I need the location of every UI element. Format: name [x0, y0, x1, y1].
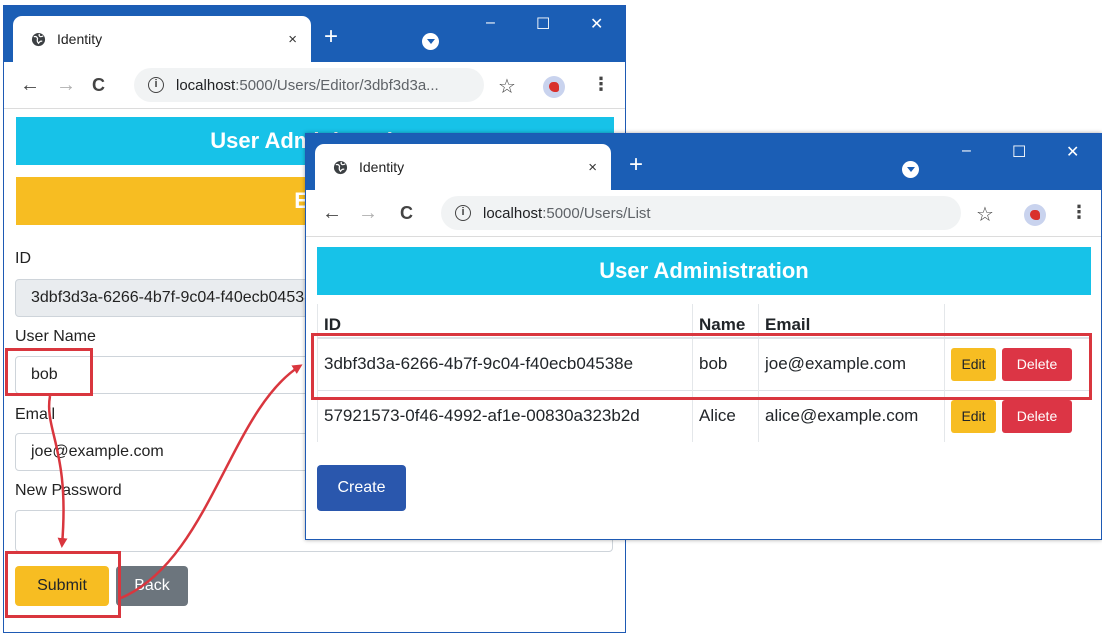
user-email-cell: joe@example.com: [758, 337, 945, 390]
submit-button[interactable]: Submit: [15, 566, 109, 606]
menu-icon[interactable]: ⋮: [592, 74, 610, 95]
back-button[interactable]: Back: [116, 566, 188, 606]
users-table: ID Name Email 3dbf3d3a-6266-4b7f-9c04-f4…: [317, 304, 1091, 442]
globe-icon: [31, 32, 46, 46]
column-header-actions: [944, 304, 1091, 339]
forward-arrow-icon[interactable]: →: [358, 202, 378, 225]
delete-button[interactable]: Delete: [1002, 399, 1072, 433]
minimize-icon[interactable]: –: [962, 142, 971, 160]
actions-cell: Edit Delete: [944, 337, 1091, 390]
title-bar: Identity × + – ☐ ✕: [306, 134, 1101, 190]
extension-icon[interactable]: [902, 161, 919, 178]
new-password-label: New Password: [15, 482, 122, 499]
user-name-cell: Alice: [692, 389, 759, 442]
browser-tab[interactable]: Identity ×: [13, 16, 311, 62]
profile-avatar[interactable]: [543, 76, 565, 98]
user-id-cell: 3dbf3d3a-6266-4b7f-9c04-f40ecb04538e: [317, 337, 693, 390]
reload-icon[interactable]: C: [92, 75, 105, 96]
table-row: 57921573-0f46-4992-af1e-00830a323b2d Ali…: [317, 389, 1091, 442]
tab-title: Identity: [57, 31, 103, 47]
extension-icon[interactable]: [422, 33, 439, 50]
minimize-icon[interactable]: –: [486, 14, 495, 32]
user-id-cell: 57921573-0f46-4992-af1e-00830a323b2d: [317, 389, 693, 442]
url-field[interactable]: i localhost:5000/Users/Editor/3dbf3d3a..…: [134, 68, 484, 102]
email-label: Email: [15, 406, 56, 423]
maximize-icon[interactable]: ☐: [536, 14, 550, 34]
back-arrow-icon[interactable]: ←: [20, 74, 40, 97]
new-tab-icon[interactable]: +: [324, 25, 338, 49]
tab-title: Identity: [359, 159, 405, 175]
column-header-name: Name: [692, 304, 759, 339]
page-banner: User Administration: [317, 247, 1091, 295]
create-button[interactable]: Create: [317, 465, 406, 511]
delete-button[interactable]: Delete: [1002, 347, 1072, 381]
url-path: :5000/Users/Editor/3dbf3d3a...: [235, 76, 439, 94]
info-icon[interactable]: i: [148, 77, 164, 93]
address-bar: ← → C i localhost:5000/Users/List ☆ ⋮: [306, 190, 1101, 237]
menu-icon[interactable]: ⋮: [1070, 202, 1088, 223]
url-field[interactable]: i localhost:5000/Users/List: [441, 196, 961, 230]
actions-cell: Edit Delete: [944, 389, 1091, 442]
reload-icon[interactable]: C: [400, 203, 413, 224]
address-bar: ← → C i localhost:5000/Users/Editor/3dbf…: [4, 62, 625, 109]
user-name-cell: bob: [692, 337, 759, 390]
user-email-cell: alice@example.com: [758, 389, 945, 442]
column-header-id: ID: [317, 304, 693, 339]
column-header-email: Email: [758, 304, 945, 339]
maximize-icon[interactable]: ☐: [1012, 142, 1026, 162]
close-tab-icon[interactable]: ×: [288, 31, 297, 48]
username-label: User Name: [15, 328, 96, 345]
table-header-row: ID Name Email: [317, 304, 1091, 339]
window-close-icon[interactable]: ✕: [590, 14, 603, 34]
edit-button[interactable]: Edit: [951, 399, 996, 433]
close-tab-icon[interactable]: ×: [588, 159, 597, 176]
list-browser-window: Identity × + – ☐ ✕ ← → C i localhost:500…: [305, 133, 1102, 540]
bookmark-star-icon[interactable]: ☆: [976, 202, 994, 227]
title-bar: Identity × + – ☐ ✕: [4, 6, 625, 62]
window-close-icon[interactable]: ✕: [1066, 142, 1079, 162]
info-icon[interactable]: i: [455, 205, 471, 221]
id-label: ID: [15, 250, 31, 267]
globe-icon: [333, 160, 348, 174]
bookmark-star-icon[interactable]: ☆: [498, 74, 516, 99]
url-host: localhost: [176, 76, 236, 94]
new-tab-icon[interactable]: +: [629, 153, 643, 177]
back-arrow-icon[interactable]: ←: [322, 202, 342, 225]
url-path: :5000/Users/List: [542, 204, 651, 222]
browser-tab[interactable]: Identity ×: [315, 144, 611, 190]
profile-avatar[interactable]: [1024, 204, 1046, 226]
url-host: localhost: [483, 204, 543, 222]
edit-button[interactable]: Edit: [951, 347, 996, 381]
table-row: 3dbf3d3a-6266-4b7f-9c04-f40ecb04538e bob…: [317, 337, 1091, 390]
forward-arrow-icon[interactable]: →: [56, 74, 76, 97]
